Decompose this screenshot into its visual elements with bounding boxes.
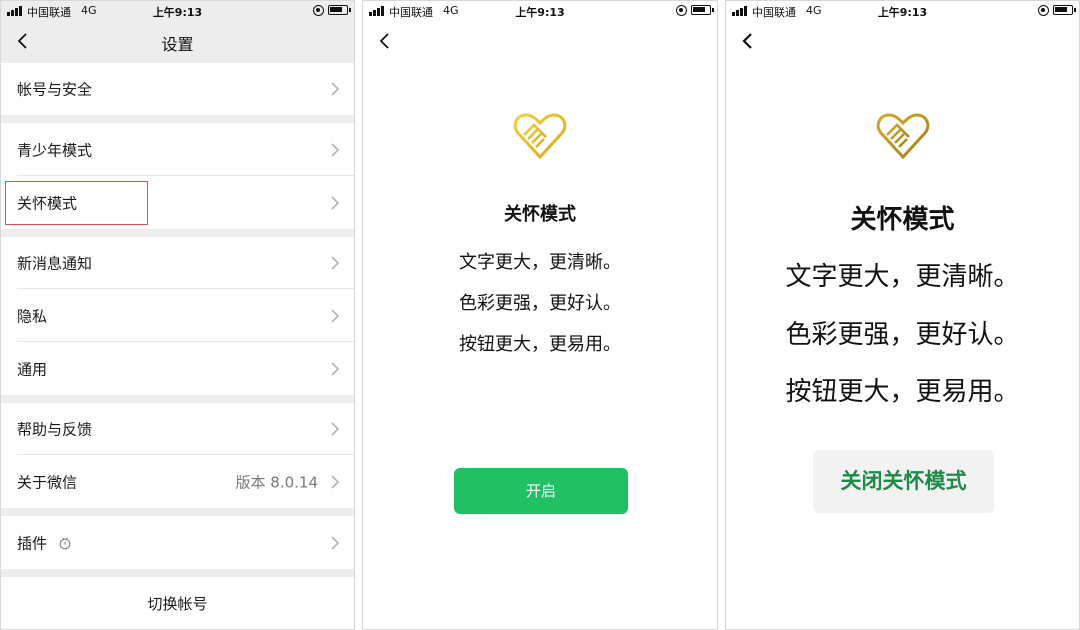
care-heart-icon	[512, 109, 568, 161]
status-bar: 中国联通 4G 上午9:13	[726, 1, 1079, 21]
clock: 上午9:13	[152, 6, 203, 19]
chevron-right-icon	[330, 195, 340, 211]
care-mode-enabled-screen: 中国联通 4G 上午9:13 关怀模式 文字更大，更清晰。 色彩更强，更好认。 …	[725, 0, 1080, 630]
care-mode-line: 按钮更大，更易用。	[785, 377, 1020, 407]
chevron-right-icon	[330, 255, 340, 271]
settings-item-teen-mode[interactable]: 青少年模式	[1, 123, 354, 176]
nav-bar	[726, 21, 1079, 61]
settings-item-label: 隐私	[17, 307, 48, 325]
settings-item-label: 帐号与安全	[17, 80, 93, 99]
chevron-right-icon	[330, 421, 340, 437]
settings-item-label: 青少年模式	[17, 141, 93, 159]
settings-item-care-mode[interactable]: 关怀模式	[1, 176, 354, 229]
settings-item-general[interactable]: 通用	[1, 342, 354, 395]
back-arrow-icon[interactable]	[738, 31, 758, 51]
chevron-right-icon	[330, 474, 340, 490]
settings-item-label: 关怀模式	[17, 194, 78, 212]
enable-button[interactable]: 开启	[454, 468, 628, 514]
settings-item-plugins[interactable]: 插件	[1, 516, 354, 569]
settings-item-about-wechat[interactable]: 关于微信 版本 8.0.14	[1, 455, 354, 508]
clock: 上午9:13	[515, 6, 565, 19]
care-mode-line: 文字更大，更清晰。	[459, 252, 621, 273]
close-care-mode-button[interactable]: 关闭关怀模式	[813, 450, 994, 513]
chevron-right-icon	[330, 535, 340, 551]
settings-item-privacy[interactable]: 隐私	[1, 289, 354, 342]
care-mode-line: 文字更大，更清晰。	[785, 262, 1020, 292]
settings-item-label: 关于微信	[17, 473, 78, 491]
battery-icon	[328, 5, 351, 15]
battery-icon	[1053, 5, 1076, 15]
status-bar: 中国联通 4G 上午9:13	[1, 1, 354, 21]
battery-icon	[691, 5, 714, 15]
page-title: 设置	[161, 35, 194, 54]
care-mode-line: 色彩更强，更好认。	[785, 320, 1020, 350]
chevron-right-icon	[330, 81, 340, 97]
orientation-lock-icon	[1038, 5, 1049, 16]
plugin-icon	[58, 536, 72, 550]
settings-item-label: 通用	[17, 360, 48, 378]
care-mode-title: 关怀模式	[850, 205, 955, 235]
settings-item-label: 帮助与反馈	[17, 420, 93, 439]
chevron-right-icon	[330, 361, 340, 377]
care-mode-enable-screen: 中国联通 4G 上午9:13 关怀模式 文字更大，更清晰。 色彩更强，更好认。 …	[362, 0, 718, 630]
nav-bar	[363, 21, 717, 61]
settings-item-account-security[interactable]: 帐号与安全	[1, 63, 354, 115]
settings-item-notifications[interactable]: 新消息通知	[1, 237, 354, 289]
clock: 上午9:13	[877, 6, 928, 19]
status-bar: 中国联通 4G 上午9:13	[363, 1, 717, 21]
settings-screen: 中国联通 4G 上午9:13 设置 帐号与安全 青少年模式 关怀模式 新消息通知…	[0, 0, 355, 630]
nav-bar: 设置	[1, 21, 354, 61]
switch-account-button[interactable]: 切换帐号	[1, 577, 354, 629]
back-arrow-icon[interactable]	[375, 31, 395, 51]
settings-item-label: 新消息通知	[17, 254, 93, 273]
orientation-lock-icon	[313, 5, 324, 16]
care-mode-title: 关怀模式	[504, 204, 576, 225]
settings-item-label: 插件	[17, 534, 48, 552]
orientation-lock-icon	[676, 5, 687, 16]
chevron-right-icon	[330, 308, 340, 324]
care-mode-line: 按钮更大，更易用。	[459, 334, 621, 355]
chevron-right-icon	[330, 142, 340, 158]
version-value: 版本 8.0.14	[235, 473, 318, 491]
care-heart-icon	[875, 109, 931, 161]
care-mode-line: 色彩更强，更好认。	[459, 293, 621, 314]
settings-item-help-feedback[interactable]: 帮助与反馈	[1, 403, 354, 455]
